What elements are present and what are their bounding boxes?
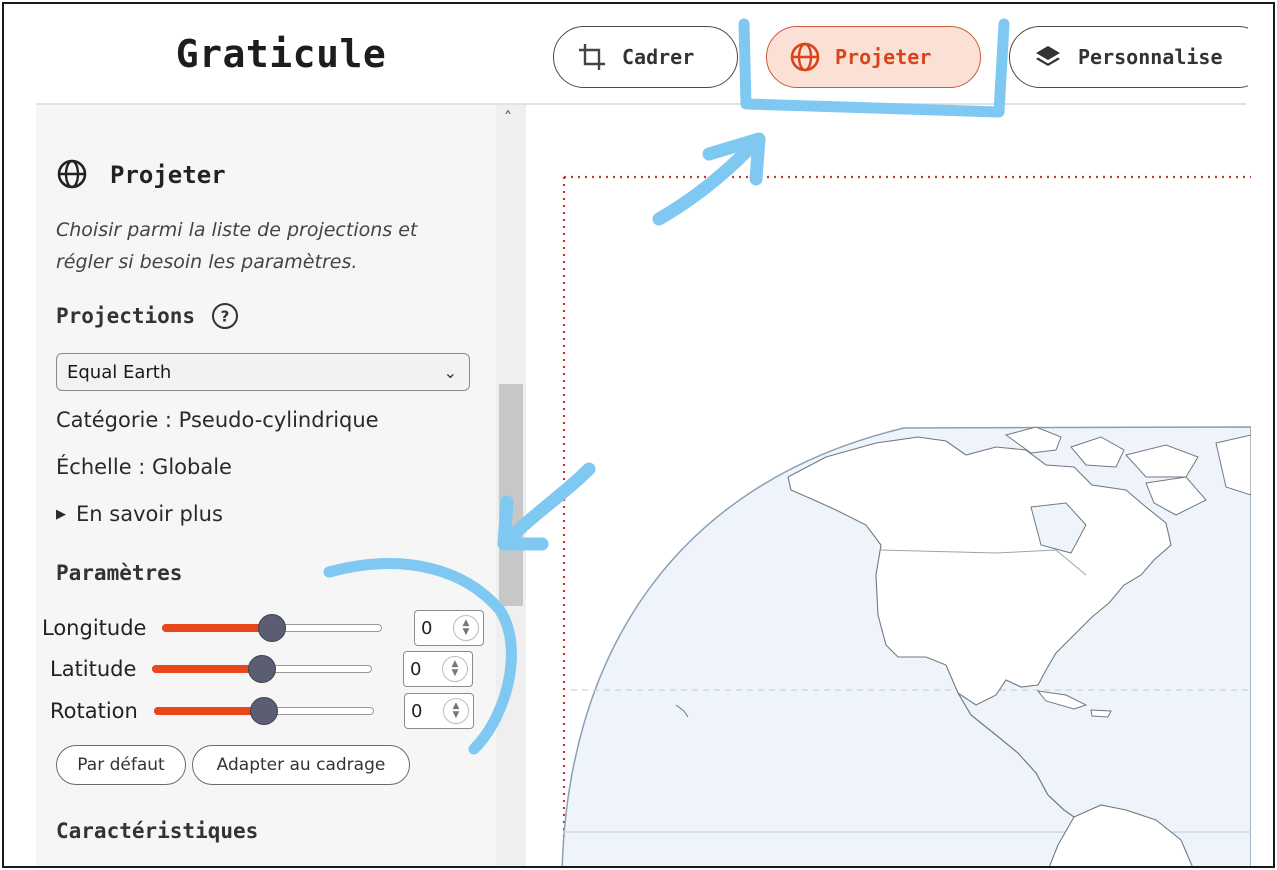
layers-icon <box>1030 39 1066 75</box>
help-icon[interactable]: ? <box>211 302 239 330</box>
characteristics-heading-label: Caractéristiques <box>56 819 259 843</box>
projection-select[interactable]: Equal Earth ⌄ <box>56 353 470 391</box>
globe-icon <box>787 39 823 75</box>
projections-heading: Projections ? <box>56 302 239 330</box>
slider-fill <box>153 707 264 715</box>
fit-to-frame-button[interactable]: Adapter au cadrage <box>192 745 410 785</box>
param-label: Longitude <box>42 616 147 640</box>
scroll-up-arrow[interactable]: ˄ <box>504 110 512 126</box>
slider-thumb[interactable] <box>248 655 277 683</box>
map-preview <box>561 175 1251 866</box>
rotation-slider[interactable] <box>153 696 374 726</box>
tab-label-cadrer: Cadrer <box>622 45 695 69</box>
globe-icon <box>56 158 90 192</box>
tab-cadrer[interactable]: Cadrer <box>553 26 738 88</box>
projection-select-value: Equal Earth <box>67 361 172 383</box>
param-label: Rotation <box>50 699 138 723</box>
longitude-input[interactable]: 0 ▲ ▼ <box>414 610 484 646</box>
param-row-rotation: Rotation <box>50 693 374 729</box>
chevron-down-icon: ⌄ <box>443 362 457 382</box>
map-canvas[interactable] <box>526 105 1251 866</box>
spinner-icon[interactable]: ▲ ▼ <box>443 698 469 724</box>
screenshot-frame: Graticule Cadrer Projeter Personnalise ˄… <box>2 2 1275 868</box>
longitude-value: 0 <box>421 617 433 639</box>
spinner-icon[interactable]: ▲ ▼ <box>442 656 468 682</box>
tab-label-projeter: Projeter <box>835 45 932 69</box>
projections-heading-label: Projections <box>56 304 196 328</box>
slider-thumb[interactable] <box>258 614 287 642</box>
section-description: Choisir parmi la liste de projections et… <box>56 219 418 273</box>
params-heading-label: Paramètres <box>56 561 183 585</box>
scrollbar-thumb[interactable] <box>499 384 523 606</box>
longitude-slider[interactable] <box>162 613 383 643</box>
learn-more-toggle[interactable]: ▶ En savoir plus <box>56 502 223 526</box>
slider-fill <box>162 624 273 632</box>
learn-more-label: En savoir plus <box>76 502 223 526</box>
param-row-longitude: Longitude <box>42 610 383 646</box>
characteristics-heading: Caractéristiques <box>56 819 258 843</box>
app-title: Graticule <box>175 32 387 76</box>
param-label: Latitude <box>50 657 137 681</box>
projection-scale: Échelle : Globale <box>56 455 232 479</box>
disclosure-triangle-icon: ▶ <box>56 506 66 522</box>
latitude-slider[interactable] <box>152 654 373 684</box>
rotation-input[interactable]: 0 ▲ ▼ <box>404 693 474 729</box>
slider-thumb[interactable] <box>249 697 278 725</box>
tab-personnalise[interactable]: Personnalise <box>1009 26 1269 88</box>
tab-projeter[interactable]: Projeter <box>766 26 981 88</box>
slider-fill <box>152 665 263 673</box>
params-heading: Paramètres <box>56 561 182 585</box>
header-clip <box>1248 14 1273 109</box>
svg-text:?: ? <box>221 308 230 326</box>
param-row-latitude: Latitude <box>50 651 373 687</box>
latitude-input[interactable]: 0 ▲ ▼ <box>403 651 473 687</box>
projection-category: Catégorie : Pseudo-cylindrique <box>56 408 379 432</box>
tab-label-personnalise: Personnalise <box>1078 45 1223 69</box>
section-title-label: Projeter <box>110 161 226 189</box>
spinner-icon[interactable]: ▲ ▼ <box>453 615 479 641</box>
section-title: Projeter <box>56 158 226 192</box>
hispaniola <box>1090 709 1112 718</box>
crop-icon <box>574 39 610 75</box>
default-button[interactable]: Par défaut <box>56 745 186 785</box>
rotation-value: 0 <box>411 700 423 722</box>
latitude-value: 0 <box>410 658 422 680</box>
